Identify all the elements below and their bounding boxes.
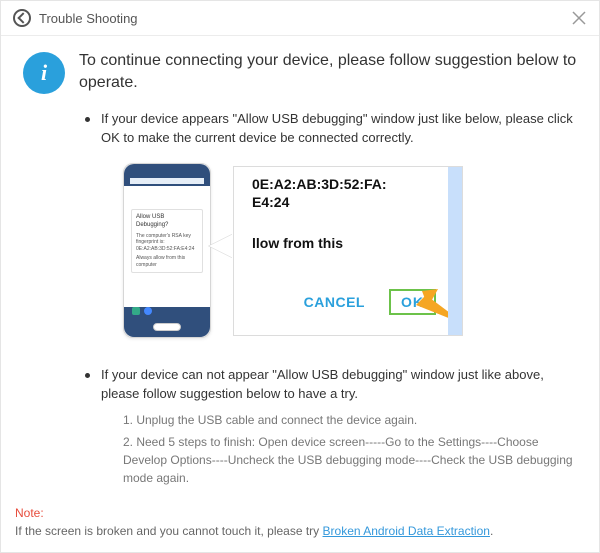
hero-row: i To continue connecting your device, pl… [23, 50, 577, 94]
titlebar: Trouble Shooting [1, 1, 599, 36]
troubleshoot-dialog: Trouble Shooting i To continue connectin… [0, 0, 600, 553]
info-glyph: i [41, 60, 47, 86]
item-text: If your device appears "Allow USB debugg… [101, 110, 577, 148]
item-text: If your device can not appear "Allow USB… [101, 366, 577, 404]
callout-pointer-icon [209, 234, 233, 258]
phone-dialog-title: Allow USB Debugging? [136, 214, 198, 230]
phone-dialog-check: Always allow from this computer [136, 255, 198, 268]
zoom-panel: 0E:A2:AB:3D:52:FA: E4:24 llow from this … [233, 166, 463, 336]
instruction-list: If your device appears "Allow USB debugg… [79, 110, 577, 487]
phone-dialog: Allow USB Debugging? The computer's RSA … [131, 209, 203, 273]
close-button[interactable] [571, 10, 587, 26]
info-icon: i [23, 52, 65, 94]
note-label: Note: [15, 506, 44, 520]
arrow-icon [416, 289, 463, 325]
cancel-button[interactable]: CANCEL [304, 294, 365, 310]
list-item: If your device appears "Allow USB debugg… [79, 110, 577, 346]
step-item: 1. Unplug the USB cable and connect the … [123, 411, 577, 429]
note-suffix: . [490, 524, 493, 538]
list-item: If your device can not appear "Allow USB… [79, 366, 577, 488]
illustration: Allow USB Debugging? The computer's RSA … [123, 156, 577, 346]
note-text: If the screen is broken and you cannot t… [15, 524, 323, 538]
phone-mockup: Allow USB Debugging? The computer's RSA … [123, 163, 211, 338]
zoom-allow-text: llow from this [252, 235, 343, 251]
app-icon [13, 9, 31, 27]
broken-android-link[interactable]: Broken Android Data Extraction [323, 524, 490, 538]
footer-note: Note: If the screen is broken and you ca… [15, 504, 585, 540]
content-area: i To continue connecting your device, pl… [1, 36, 599, 517]
hero-text: To continue connecting your device, plea… [79, 50, 577, 93]
phone-dialog-body: The computer's RSA key fingerprint is: [136, 233, 198, 246]
zoom-fingerprint: 0E:A2:AB:3D:52:FA: E4:24 [252, 175, 387, 211]
phone-dialog-fingerprint: 0E:A2:AB:3D:52:FA:E4:24 [136, 246, 198, 253]
step-list: 1. Unplug the USB cable and connect the … [123, 411, 577, 487]
close-icon [571, 10, 587, 26]
step-item: 2. Need 5 steps to finish: Open device s… [123, 433, 577, 487]
window-title: Trouble Shooting [39, 11, 138, 26]
